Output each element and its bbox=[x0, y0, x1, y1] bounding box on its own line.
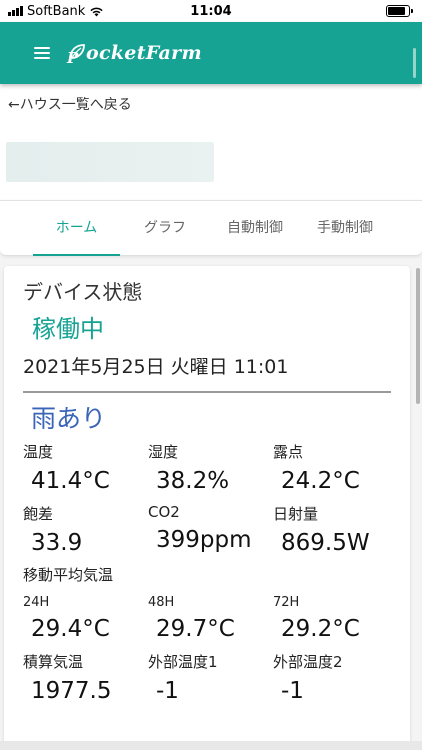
tab-home[interactable]: ホーム bbox=[33, 200, 120, 256]
moving-average-label: 移動平均気温 bbox=[23, 566, 114, 584]
temperature-label: 温度 bbox=[23, 443, 54, 461]
dewpoint-value: 24.2°C bbox=[281, 468, 360, 494]
solar-radiation-value: 869.5W bbox=[281, 530, 370, 556]
saturation-deficit-label: 飽差 bbox=[23, 505, 54, 523]
co2-cell: CO2 399ppm bbox=[148, 503, 273, 565]
outside-temp2-value: -1 bbox=[281, 678, 304, 704]
tab-manual-control[interactable]: 手動制御 bbox=[300, 200, 390, 256]
humidity-value: 38.2% bbox=[156, 468, 230, 494]
avg-24h-label: 24H bbox=[23, 595, 50, 610]
leaf-logo-icon: P bbox=[66, 44, 85, 64]
avg-72h-value: 29.2°C bbox=[281, 616, 360, 642]
temperature-cell: 温度 41.4°C bbox=[23, 441, 148, 503]
co2-label: CO2 bbox=[148, 503, 180, 521]
humidity-cell: 湿度 38.2% bbox=[148, 441, 273, 503]
avg-72h-label: 72H bbox=[273, 595, 300, 610]
humidity-label: 湿度 bbox=[148, 443, 179, 461]
readings-grid: 温度 41.4°C 湿度 38.2% 露点 24.2°C 飽差 33.9 CO2… bbox=[23, 441, 391, 565]
saturation-deficit-value: 33.9 bbox=[31, 530, 83, 556]
running-status: 稼働中 bbox=[32, 315, 104, 343]
last-updated-datetime: 2021年5月25日 火曜日 11:01 bbox=[23, 356, 289, 378]
avg-24h-value: 29.4°C bbox=[31, 616, 110, 642]
outside-temp2-cell: 外部温度2 -1 bbox=[273, 651, 398, 713]
status-bar: SoftBank 11:04 bbox=[0, 0, 422, 22]
avg-72h-cell: 72H 29.2°C bbox=[273, 595, 398, 651]
accumulated-temp-value: 1977.5 bbox=[31, 678, 112, 704]
co2-value: 399ppm bbox=[156, 527, 252, 553]
wifi-icon bbox=[90, 7, 103, 16]
device-status-title: デバイス状態 bbox=[23, 280, 143, 304]
tab-auto-control[interactable]: 自動制御 bbox=[210, 200, 300, 256]
solar-radiation-cell: 日射量 869.5W bbox=[273, 503, 398, 565]
device-status-card: デバイス状態 稼働中 2021年5月25日 火曜日 11:01 雨あり 温度 4… bbox=[4, 266, 410, 750]
tab-bar: ホーム グラフ 自動制御 手動制御 bbox=[0, 200, 422, 256]
page-scrollbar[interactable] bbox=[416, 268, 420, 404]
dewpoint-label: 露点 bbox=[273, 443, 304, 461]
avg-24h-cell: 24H 29.4°C bbox=[23, 595, 148, 651]
outside-temp1-cell: 外部温度1 -1 bbox=[148, 651, 273, 713]
temperature-value: 41.4°C bbox=[31, 468, 110, 494]
battery-icon bbox=[386, 5, 413, 17]
outside-temp1-label: 外部温度1 bbox=[148, 653, 218, 671]
outside-temp1-value: -1 bbox=[156, 678, 179, 704]
house-name-placeholder bbox=[6, 142, 214, 182]
accumulated-temp-label: 積算気温 bbox=[23, 653, 84, 671]
house-header: ←ハウス一覧へ戻る bbox=[0, 84, 422, 201]
saturation-deficit-cell: 飽差 33.9 bbox=[23, 503, 148, 565]
logo-text: ocketFarm bbox=[86, 42, 202, 64]
appbar-edge-handle bbox=[413, 48, 416, 78]
svg-text:P: P bbox=[66, 49, 79, 64]
avg-48h-value: 29.7°C bbox=[156, 616, 235, 642]
divider bbox=[23, 391, 391, 393]
moving-average-grid: 24H 29.4°C 48H 29.7°C 72H 29.2°C 積算気温 19… bbox=[23, 595, 391, 713]
app-logo[interactable]: P ocketFarm bbox=[66, 42, 202, 64]
signal-icon bbox=[8, 6, 23, 16]
bottom-edge bbox=[0, 741, 422, 750]
tab-graph[interactable]: グラフ bbox=[120, 200, 210, 256]
solar-radiation-label: 日射量 bbox=[273, 505, 319, 523]
back-to-house-list-link[interactable]: ←ハウス一覧へ戻る bbox=[8, 94, 132, 114]
accumulated-temp-cell: 積算気温 1977.5 bbox=[23, 651, 148, 713]
outside-temp2-label: 外部温度2 bbox=[273, 653, 343, 671]
avg-48h-cell: 48H 29.7°C bbox=[148, 595, 273, 651]
hamburger-menu-icon[interactable] bbox=[34, 47, 50, 59]
app-bar: P ocketFarm bbox=[0, 22, 422, 84]
dewpoint-cell: 露点 24.2°C bbox=[273, 441, 398, 503]
status-left: SoftBank bbox=[8, 4, 104, 19]
carrier-label: SoftBank bbox=[27, 3, 86, 19]
weather-status: 雨あり bbox=[31, 404, 107, 433]
avg-48h-label: 48H bbox=[148, 595, 175, 610]
